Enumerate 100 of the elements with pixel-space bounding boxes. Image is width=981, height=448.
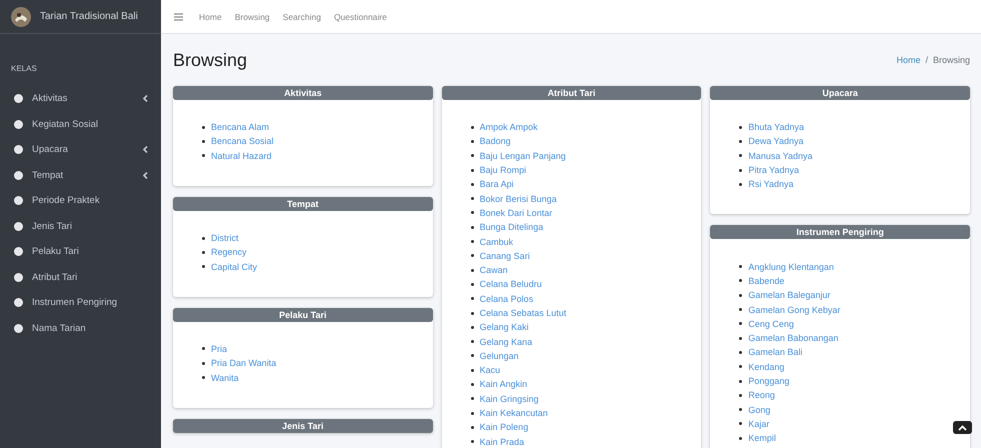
circle-icon xyxy=(14,94,23,104)
category-link[interactable]: District xyxy=(211,233,238,244)
category-link[interactable]: Kain Poleng xyxy=(480,422,528,432)
bullet-icon xyxy=(470,240,474,244)
menu-icon[interactable] xyxy=(174,12,183,20)
category-link[interactable]: Bencana Sosial xyxy=(211,136,274,146)
category-link[interactable]: Cambuk xyxy=(480,236,514,247)
scroll-top-button[interactable] xyxy=(953,421,972,434)
nav-link[interactable]: Home xyxy=(199,12,222,22)
category-link[interactable]: Natural Hazard xyxy=(211,150,272,161)
bullet-icon xyxy=(470,440,474,444)
circle-icon xyxy=(14,196,23,206)
brand-name[interactable]: Tarian Tradisional Bali xyxy=(40,11,138,22)
category-link[interactable]: Dewa Yadnya xyxy=(748,136,804,146)
sidebar-item[interactable]: Jenis Tari xyxy=(0,214,161,239)
category-link[interactable]: Bunga Ditelinga xyxy=(480,222,544,232)
card-header: Tempat xyxy=(173,196,433,211)
bullet-icon xyxy=(470,297,474,300)
bullet-icon xyxy=(470,197,474,200)
sidebar-item[interactable]: Kegiatan Sosial xyxy=(0,112,161,137)
nav-link[interactable]: Browsing xyxy=(234,12,270,22)
bullet-icon xyxy=(739,394,742,397)
bullet-icon xyxy=(202,376,205,380)
category-link[interactable]: Kacu xyxy=(480,365,500,376)
category-link[interactable]: Gelang Kana xyxy=(480,336,532,347)
category-link[interactable]: Kendang xyxy=(748,362,784,372)
breadcrumb-link[interactable]: Home xyxy=(896,55,920,65)
category-link[interactable]: Gamelan Gong Kebyar xyxy=(748,304,840,315)
category-link[interactable]: Ceng Ceng xyxy=(748,318,794,329)
category-link[interactable]: Celana Polos xyxy=(480,294,534,304)
sidebar-item[interactable]: Periode Praktek xyxy=(0,188,161,214)
bullet-icon xyxy=(739,322,742,326)
sidebar-item[interactable]: Instrumen Pengiring xyxy=(0,290,161,316)
category-link[interactable]: Baju Lengan Panjang xyxy=(480,150,566,161)
card-header: Pelaku Tari xyxy=(173,308,433,322)
category-link[interactable]: Celana Sebatas Lutut xyxy=(480,308,566,318)
category-link[interactable]: Gong xyxy=(748,404,770,415)
bullet-icon xyxy=(739,182,742,186)
circle-icon xyxy=(14,324,23,333)
category-link[interactable]: Gamelan Bali xyxy=(748,347,802,358)
category-link[interactable]: Kain Gringsing xyxy=(480,394,539,404)
bullet-icon xyxy=(739,436,742,440)
bullet-icon xyxy=(739,279,742,282)
category-link[interactable]: Pitra Yadnya xyxy=(748,165,800,176)
bullet-icon xyxy=(470,326,474,329)
category-link[interactable]: Badong xyxy=(480,136,511,146)
bullet-icon xyxy=(470,140,474,143)
nav-link[interactable]: Searching xyxy=(282,12,321,22)
sidebar-item[interactable]: Nama Tarian xyxy=(0,316,161,341)
bullet-icon xyxy=(470,126,474,129)
bullet-icon xyxy=(470,368,474,372)
category-link[interactable]: Gamelan Babonangan xyxy=(748,333,838,344)
category-link[interactable]: Manusa Yadnya xyxy=(748,150,813,161)
circle-icon xyxy=(14,298,23,308)
sidebar-item[interactable]: Upacara xyxy=(0,137,161,162)
category-link[interactable]: Ponggang xyxy=(748,376,790,386)
category-link[interactable]: Pria xyxy=(211,344,228,354)
category-link[interactable]: Bara Api xyxy=(480,179,514,190)
bullet-icon xyxy=(739,350,742,354)
nav-link[interactable]: Questionnaire xyxy=(334,12,387,22)
category-link[interactable]: Bonek Dari Lontar xyxy=(480,208,552,218)
category-link[interactable]: Pria Dan Wanita xyxy=(211,358,276,368)
category-link[interactable]: Celana Beludru xyxy=(480,279,542,290)
category-link[interactable]: Babende xyxy=(748,276,784,286)
category-link[interactable]: Regency xyxy=(211,247,247,258)
category-link[interactable]: Kain Prada xyxy=(480,436,524,447)
category-link[interactable]: Baju Rompi xyxy=(480,165,526,176)
category-link[interactable]: Ampok Ampok xyxy=(480,122,538,132)
circle-icon xyxy=(14,247,23,256)
category-link[interactable]: Gelang Kaki xyxy=(480,322,529,332)
circle-icon xyxy=(14,272,23,282)
category-link[interactable]: Gamelan Baleganjur xyxy=(748,290,830,300)
category-link[interactable]: Capital City xyxy=(211,262,258,272)
bullet-icon xyxy=(470,254,474,258)
breadcrumb-current: Browsing xyxy=(932,55,970,65)
sidebar-item[interactable]: Atribut Tari xyxy=(0,264,161,290)
category-link[interactable]: Canang Sari xyxy=(480,250,530,261)
category-link[interactable]: Bokor Berisi Bunga xyxy=(480,194,557,204)
category-link[interactable]: Angklung Klentangan xyxy=(748,262,834,272)
category-link[interactable]: Kain Angkin xyxy=(480,379,528,390)
sidebar-item[interactable]: Tempat xyxy=(0,162,161,188)
sidebar-item[interactable]: Aktivitas xyxy=(0,86,161,112)
category-link[interactable]: Bencana Alam xyxy=(211,122,270,132)
category-link[interactable]: Rsi Yadnya xyxy=(748,179,794,190)
category-link[interactable]: Cawan xyxy=(480,265,508,276)
category-link[interactable]: Reong xyxy=(748,390,775,400)
sidebar-item[interactable]: Pelaku Tari xyxy=(0,239,161,264)
bullet-icon xyxy=(470,340,474,344)
category-link[interactable]: Bhuta Yadnya xyxy=(748,122,804,132)
category-link[interactable]: Kempil xyxy=(748,433,776,444)
category-link[interactable]: Wanita xyxy=(211,372,239,383)
card-header: Aktivitas xyxy=(173,86,433,100)
bullet-icon xyxy=(739,422,742,426)
bullet-icon xyxy=(470,154,474,158)
category-link[interactable]: Gelungan xyxy=(480,350,519,361)
category-link[interactable]: Kain Kekancutan xyxy=(480,408,548,418)
category-link[interactable]: Kajar xyxy=(748,418,770,429)
logo-icon xyxy=(11,6,31,26)
bullet-icon xyxy=(739,154,742,158)
circle-icon xyxy=(14,222,23,231)
